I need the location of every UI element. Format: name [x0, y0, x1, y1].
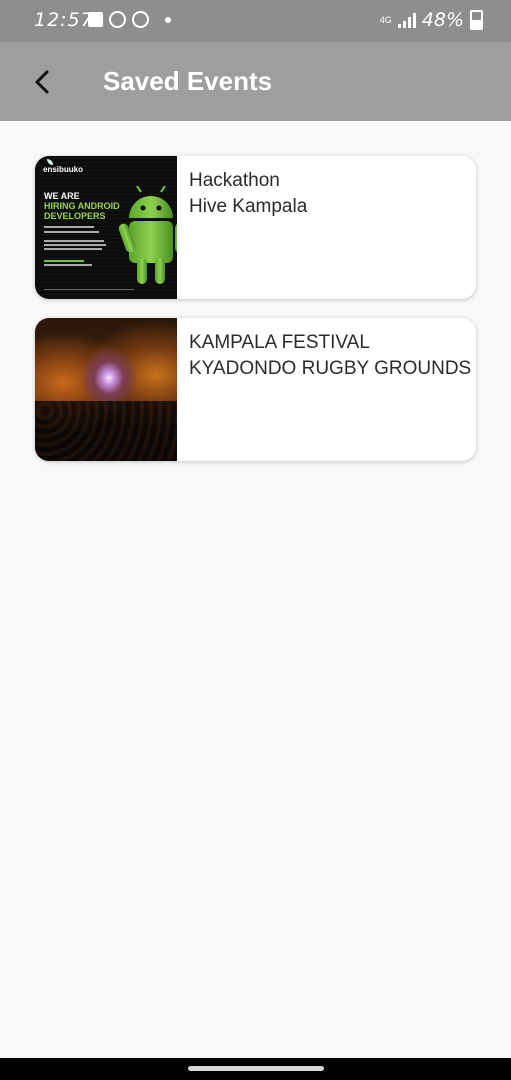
battery-icon [470, 10, 483, 30]
gallery-icon [88, 12, 103, 27]
event-info: KAMPALA FESTIVAL KYADONDO RUGBY GROUNDS [177, 318, 471, 461]
event-title: Hackathon [189, 170, 280, 191]
poster-headline: WE ARE [44, 191, 80, 201]
sync-icon [132, 11, 149, 28]
poster-brand: ensibuuko [43, 165, 84, 174]
event-venue: KYADONDO RUGBY GROUNDS [189, 358, 472, 379]
navigation-bar [0, 1058, 511, 1080]
whatsapp-icon [109, 11, 126, 28]
status-bar: 12:57 4G 48% [0, 0, 511, 42]
saved-events-list: ensibuuko WE ARE HIRING ANDROID DEVELOPE… [35, 156, 476, 480]
event-card-hackathon[interactable]: ensibuuko WE ARE HIRING ANDROID DEVELOPE… [35, 156, 476, 299]
app-bar: Saved Events [0, 42, 511, 121]
status-time: 12:57 [34, 9, 94, 31]
back-arrow-icon [35, 70, 49, 94]
event-poster-image: ensibuuko WE ARE HIRING ANDROID DEVELOPE… [35, 156, 177, 299]
more-notifications-icon [165, 16, 171, 23]
event-title: KAMPALA FESTIVAL [189, 332, 370, 353]
back-button[interactable] [22, 62, 62, 102]
network-type-label: 4G [379, 14, 392, 25]
event-photo-image [35, 318, 177, 461]
android-robot-icon [118, 186, 177, 284]
signal-icon [397, 12, 416, 28]
event-card-kampala-festival[interactable]: KAMPALA FESTIVAL KYADONDO RUGBY GROUNDS [35, 318, 476, 461]
event-venue: Hive Kampala [189, 196, 308, 217]
battery-percentage: 48% [421, 9, 464, 31]
home-gesture-handle[interactable] [188, 1066, 324, 1071]
notification-icons [88, 11, 171, 28]
event-info: Hackathon Hive Kampala [177, 156, 307, 299]
crowd-silhouette [35, 401, 177, 461]
page-title: Saved Events [103, 66, 273, 96]
system-icons: 4G 48% [380, 9, 483, 31]
